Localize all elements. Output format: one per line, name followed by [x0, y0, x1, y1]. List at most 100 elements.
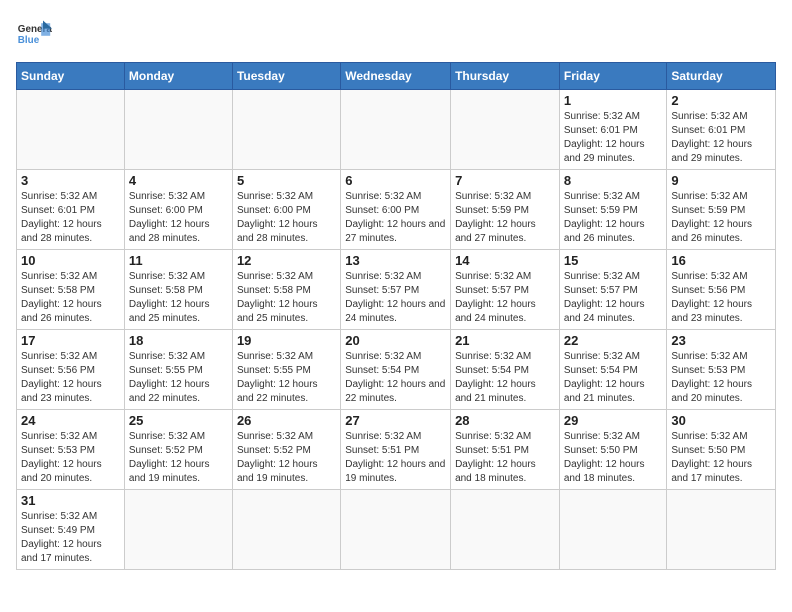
- day-info: Sunrise: 5:32 AM Sunset: 6:00 PM Dayligh…: [129, 190, 228, 246]
- day-number: 3: [21, 173, 120, 188]
- calendar-cell: 3 Sunrise: 5:32 AM Sunset: 6:01 PM Daylig…: [17, 170, 125, 250]
- day-info: Sunrise: 5:32 AM Sunset: 5:50 PM Dayligh…: [671, 430, 771, 486]
- day-info: Sunrise: 5:32 AM Sunset: 5:53 PM Dayligh…: [671, 350, 771, 406]
- day-number: 1: [564, 93, 663, 108]
- calendar-cell: 26Sunrise: 5:32 AM Sunset: 5:52 PM Dayli…: [232, 410, 340, 490]
- day-info: Sunrise: 5:32 AM Sunset: 5:58 PM Dayligh…: [237, 270, 336, 326]
- calendar-week-row: 17 Sunrise: 5:32 AM Sunset: 5:56 PM Dayli…: [17, 330, 776, 410]
- day-number: 14: [455, 253, 555, 268]
- day-info: Sunrise: 5:32 AM Sunset: 5:52 PM Dayligh…: [129, 430, 228, 486]
- day-number: 10: [21, 253, 120, 268]
- day-info: Sunrise: 5:32 AM Sunset: 6:00 PM Dayligh…: [237, 190, 336, 246]
- day-number: 6: [345, 173, 446, 188]
- day-info: Sunrise: 5:32 AM Sunset: 5:49 PM Dayligh…: [21, 510, 120, 566]
- calendar-cell: 28 Sunrise: 5:32 AM Sunset: 5:51 PM Dayli…: [451, 410, 560, 490]
- day-number: 5: [237, 173, 336, 188]
- day-info: Sunrise: 5:32 AM Sunset: 6:01 PM Dayligh…: [21, 190, 120, 246]
- day-number: 15: [564, 253, 663, 268]
- day-number: 8: [564, 173, 663, 188]
- day-number: 28: [455, 413, 555, 428]
- calendar-week-row: 10 Sunrise: 5:32 AM Sunset: 5:58 PM Dayli…: [17, 250, 776, 330]
- calendar-cell: 14 Sunrise: 5:32 AM Sunset: 5:57 PM Dayli…: [451, 250, 560, 330]
- day-info: Sunrise: 5:32 AM Sunset: 5:51 PM Dayligh…: [455, 430, 555, 486]
- day-number: 22: [564, 333, 663, 348]
- calendar-table: SundayMondayTuesdayWednesdayThursdayFrid…: [16, 62, 776, 570]
- calendar-cell: [341, 90, 451, 170]
- day-number: 31: [21, 493, 120, 508]
- day-number: 18: [129, 333, 228, 348]
- day-info: Sunrise: 5:32 AM Sunset: 5:57 PM Dayligh…: [345, 270, 446, 326]
- calendar-cell: 22 Sunrise: 5:32 AM Sunset: 5:54 PM Dayli…: [559, 330, 667, 410]
- day-number: 27: [345, 413, 446, 428]
- day-number: 2: [671, 93, 771, 108]
- day-number: 25: [129, 413, 228, 428]
- calendar-cell: 31 Sunrise: 5:32 AM Sunset: 5:49 PM Dayli…: [17, 490, 125, 570]
- day-number: 21: [455, 333, 555, 348]
- calendar-cell: [232, 90, 340, 170]
- calendar-cell: 25 Sunrise: 5:32 AM Sunset: 5:52 PM Dayli…: [124, 410, 232, 490]
- day-number: 24: [21, 413, 120, 428]
- calendar-cell: 23Sunrise: 5:32 AM Sunset: 5:53 PM Dayli…: [667, 330, 776, 410]
- calendar-cell: 16 Sunrise: 5:32 AM Sunset: 5:56 PM Dayli…: [667, 250, 776, 330]
- day-number: 29: [564, 413, 663, 428]
- calendar-cell: 15Sunrise: 5:32 AM Sunset: 5:57 PM Dayli…: [559, 250, 667, 330]
- header: General Blue: [16, 16, 776, 52]
- calendar-cell: [341, 490, 451, 570]
- day-info: Sunrise: 5:32 AM Sunset: 5:54 PM Dayligh…: [455, 350, 555, 406]
- day-info: Sunrise: 5:32 AM Sunset: 5:56 PM Dayligh…: [671, 270, 771, 326]
- day-number: 13: [345, 253, 446, 268]
- calendar-cell: 29 Sunrise: 5:32 AM Sunset: 5:50 PM Dayli…: [559, 410, 667, 490]
- calendar-cell: 7 Sunrise: 5:32 AM Sunset: 5:59 PM Daylig…: [451, 170, 560, 250]
- calendar-week-row: 1 Sunrise: 5:32 AM Sunset: 6:01 PM Daylig…: [17, 90, 776, 170]
- day-info: Sunrise: 5:32 AM Sunset: 5:50 PM Dayligh…: [564, 430, 663, 486]
- calendar-cell: 30 Sunrise: 5:32 AM Sunset: 5:50 PM Dayli…: [667, 410, 776, 490]
- day-info: Sunrise: 5:32 AM Sunset: 5:56 PM Dayligh…: [21, 350, 120, 406]
- calendar-cell: [124, 490, 232, 570]
- calendar-week-row: 3 Sunrise: 5:32 AM Sunset: 6:01 PM Daylig…: [17, 170, 776, 250]
- calendar-cell: 27 Sunrise: 5:32 AM Sunset: 5:51 PM Dayli…: [341, 410, 451, 490]
- calendar-cell: 4 Sunrise: 5:32 AM Sunset: 6:00 PM Daylig…: [124, 170, 232, 250]
- day-number: 17: [21, 333, 120, 348]
- calendar-cell: 17 Sunrise: 5:32 AM Sunset: 5:56 PM Dayli…: [17, 330, 125, 410]
- calendar-cell: [124, 90, 232, 170]
- weekday-header-saturday: Saturday: [667, 63, 776, 90]
- day-info: Sunrise: 5:32 AM Sunset: 5:59 PM Dayligh…: [564, 190, 663, 246]
- day-info: Sunrise: 5:32 AM Sunset: 5:51 PM Dayligh…: [345, 430, 446, 486]
- day-info: Sunrise: 5:32 AM Sunset: 5:57 PM Dayligh…: [455, 270, 555, 326]
- day-info: Sunrise: 5:32 AM Sunset: 5:53 PM Dayligh…: [21, 430, 120, 486]
- calendar-cell: 10 Sunrise: 5:32 AM Sunset: 5:58 PM Dayli…: [17, 250, 125, 330]
- calendar-week-row: 31 Sunrise: 5:32 AM Sunset: 5:49 PM Dayli…: [17, 490, 776, 570]
- calendar-cell: 19Sunrise: 5:32 AM Sunset: 5:55 PM Dayli…: [232, 330, 340, 410]
- weekday-header-friday: Friday: [559, 63, 667, 90]
- calendar-cell: 12Sunrise: 5:32 AM Sunset: 5:58 PM Dayli…: [232, 250, 340, 330]
- day-info: Sunrise: 5:32 AM Sunset: 5:59 PM Dayligh…: [455, 190, 555, 246]
- day-number: 7: [455, 173, 555, 188]
- weekday-header-row: SundayMondayTuesdayWednesdayThursdayFrid…: [17, 63, 776, 90]
- day-number: 4: [129, 173, 228, 188]
- day-number: 9: [671, 173, 771, 188]
- day-number: 20: [345, 333, 446, 348]
- calendar-cell: 1 Sunrise: 5:32 AM Sunset: 6:01 PM Daylig…: [559, 90, 667, 170]
- calendar-cell: [667, 490, 776, 570]
- day-info: Sunrise: 5:32 AM Sunset: 5:55 PM Dayligh…: [129, 350, 228, 406]
- calendar-cell: 20Sunrise: 5:32 AM Sunset: 5:54 PM Dayli…: [341, 330, 451, 410]
- calendar-cell: 8 Sunrise: 5:32 AM Sunset: 5:59 PM Daylig…: [559, 170, 667, 250]
- calendar-cell: 9 Sunrise: 5:32 AM Sunset: 5:59 PM Daylig…: [667, 170, 776, 250]
- day-info: Sunrise: 5:32 AM Sunset: 5:59 PM Dayligh…: [671, 190, 771, 246]
- day-info: Sunrise: 5:32 AM Sunset: 5:54 PM Dayligh…: [564, 350, 663, 406]
- calendar-cell: [17, 90, 125, 170]
- calendar-cell: 11Sunrise: 5:32 AM Sunset: 5:58 PM Dayli…: [124, 250, 232, 330]
- day-number: 30: [671, 413, 771, 428]
- logo: General Blue: [16, 16, 52, 52]
- calendar-cell: 13 Sunrise: 5:32 AM Sunset: 5:57 PM Dayli…: [341, 250, 451, 330]
- day-number: 16: [671, 253, 771, 268]
- day-info: Sunrise: 5:32 AM Sunset: 6:01 PM Dayligh…: [564, 110, 663, 166]
- calendar-cell: [451, 490, 560, 570]
- weekday-header-monday: Monday: [124, 63, 232, 90]
- day-number: 11: [129, 253, 228, 268]
- calendar-cell: 5 Sunrise: 5:32 AM Sunset: 6:00 PM Daylig…: [232, 170, 340, 250]
- weekday-header-sunday: Sunday: [17, 63, 125, 90]
- calendar-week-row: 24 Sunrise: 5:32 AM Sunset: 5:53 PM Dayli…: [17, 410, 776, 490]
- day-info: Sunrise: 5:32 AM Sunset: 5:58 PM Dayligh…: [21, 270, 120, 326]
- calendar-cell: 2Sunrise: 5:32 AM Sunset: 6:01 PM Daylig…: [667, 90, 776, 170]
